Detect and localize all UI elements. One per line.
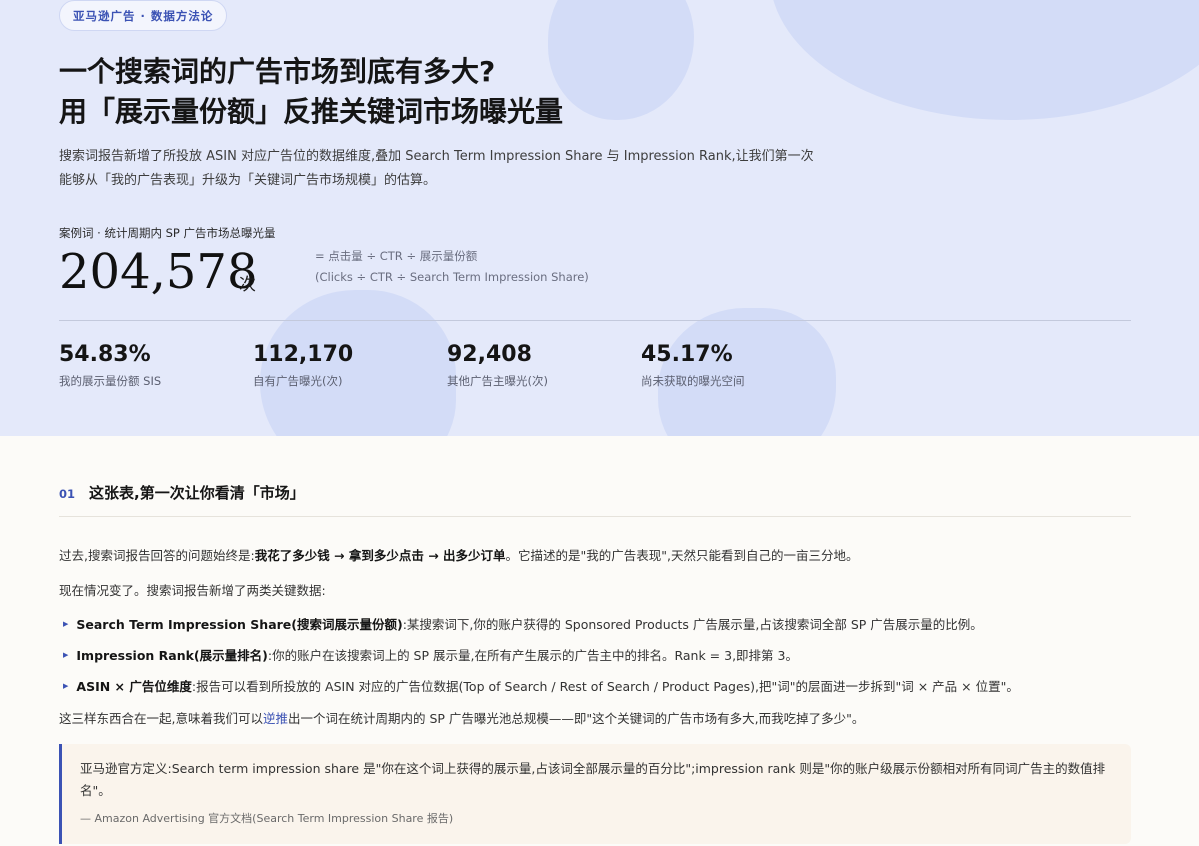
triangle-bullet-icon: ▶ [63,619,69,628]
list-item-text: :你的账户在该搜索词上的 SP 展示量,在所有产生展示的广告主中的排名。Rank… [267,648,798,663]
lead-line-1: 搜索词报告新增了所投放 ASIN 对应广告位的数据维度,叠加 Search Te… [59,149,814,164]
section-title: 这张表,第一次让你看清「市场」 [89,484,305,502]
list-item-text: :某搜索词下,你的账户获得的 Sponsored Products 广告展示量,… [402,617,983,632]
text: 过去,搜索词报告回答的问题始终是: [59,548,255,563]
list-item-term: Search Term Impression Share(搜索词展示量份额) [76,617,403,632]
formula-en: (Clicks ÷ CTR ÷ Search Term Impression S… [315,270,589,284]
text: 。它描述的是"我的广告表现",天然只能看到自己的一亩三分地。 [505,548,859,563]
quote-source: — Amazon Advertising 官方文档(Search Term Im… [80,812,454,825]
page-title: 一个搜索词的广告市场到底有多大? 用「展示量份额」反推关键词市场曝光量 [59,52,563,132]
title-line-1: 一个搜索词的广告市场到底有多大? [59,55,496,88]
triangle-bullet-icon: ▶ [63,681,69,690]
paragraph-1: 过去,搜索词报告回答的问题始终是:我花了多少钱 → 拿到多少点击 → 出多少订单… [59,545,859,564]
list-item: ▶ Search Term Impression Share(搜索词展示量份额)… [63,614,983,633]
text: 这三样东西合在一起,意味着我们可以 [59,711,263,726]
stat-other-impressions: 92,408 其他广告主曝光(次) [447,340,548,389]
stat-own-impressions: 112,170 自有广告曝光(次) [253,340,353,389]
stat-value: 54.83% [59,342,151,367]
triangle-bullet-icon: ▶ [63,650,69,659]
section-heading: 01 这张表,第一次让你看清「市场」 [59,482,305,503]
list-item-term: ASIN × 广告位维度 [76,679,192,694]
total-impressions-unit: 次 [239,275,256,295]
list-item-text: :报告可以看到所投放的 ASIN 对应的广告位数据(Top of Search … [191,679,1019,694]
blockquote: 亚马逊官方定义:Search term impression share 是"你… [59,744,1131,844]
text: 出一个词在统计周期内的 SP 广告曝光池总规模——即"这个关键词的广告市场有多大… [288,711,865,726]
lead-line-2: 能够从「我的广告表现」升级为「关键词广告市场规模」的估算。 [59,173,437,188]
lead-paragraph: 搜索词报告新增了所投放 ASIN 对应广告位的数据维度,叠加 Search Te… [59,145,839,193]
formula: = 点击量 ÷ CTR ÷ 展示量份额 (Clicks ÷ CTR ÷ Sear… [315,246,589,288]
stat-label: 尚未获取的曝光空间 [641,374,745,388]
list-item-term: Impression Rank(展示量排名) [76,648,268,663]
stat-label: 自有广告曝光(次) [253,374,343,388]
section-number: 01 [59,487,76,501]
emphasis: 我花了多少钱 → 拿到多少点击 → 出多少订单 [254,548,506,563]
stat-value: 112,170 [253,342,354,367]
category-tag[interactable]: 亚马逊广告 · 数据方法论 [59,0,228,31]
stat-remaining-space: 45.17% 尚未获取的曝光空间 [641,340,745,389]
stat-share: 54.83% 我的展示量份额 SIS [59,340,161,389]
paragraph-3: 这三样东西合在一起,意味着我们可以逆推出一个词在统计周期内的 SP 广告曝光池总… [59,708,864,727]
paragraph-2: 现在情况变了。搜索词报告新增了两类关键数据: [59,583,326,598]
stat-value: 45.17% [641,342,733,367]
list-item: ▶ Impression Rank(展示量排名):你的账户在该搜索词上的 SP … [63,645,798,664]
inline-link[interactable]: 逆推 [263,711,288,726]
quote-text: 亚马逊官方定义:Search term impression share 是"你… [80,761,1106,798]
stat-label: 其他广告主曝光(次) [447,374,548,388]
decorative-blob [548,0,694,120]
decorative-blob [770,0,1199,120]
hero-section: 亚马逊广告 · 数据方法论 一个搜索词的广告市场到底有多大? 用「展示量份额」反… [0,0,1199,436]
divider [59,320,1131,321]
divider [59,516,1131,517]
title-line-2: 用「展示量份额」反推关键词市场曝光量 [59,95,564,128]
stat-value: 92,408 [447,342,532,367]
stat-label: 我的展示量份额 SIS [59,374,162,388]
total-impressions-value: 204,578 [59,244,258,300]
list-item: ▶ ASIN × 广告位维度:报告可以看到所投放的 ASIN 对应的广告位数据(… [63,676,1019,695]
formula-cn: = 点击量 ÷ CTR ÷ 展示量份额 [315,249,478,263]
metric-label: 案例词 · 统计周期内 SP 广告市场总曝光量 [59,226,276,240]
